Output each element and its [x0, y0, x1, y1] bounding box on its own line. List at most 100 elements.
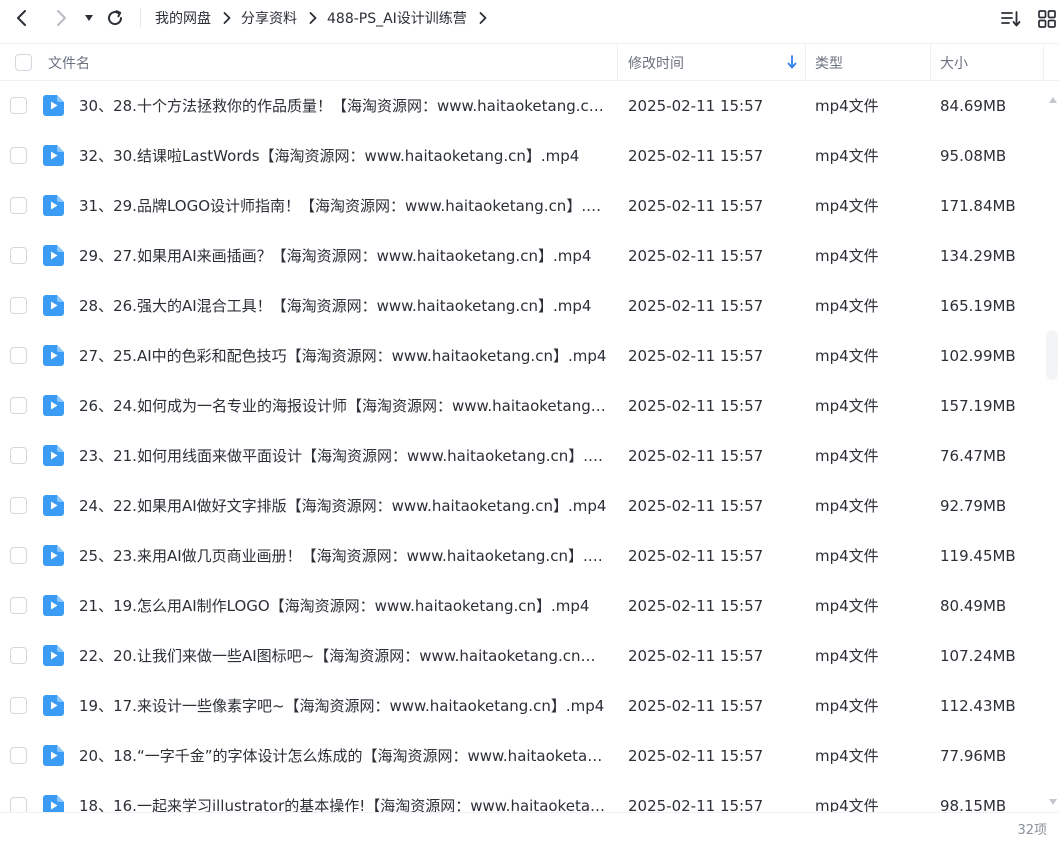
table-row[interactable]: 29、27.如果用AI来画插画？【海淘资源网：www.haitaoketang.…: [0, 231, 1044, 281]
column-header-size[interactable]: 大小: [940, 44, 968, 81]
breadcrumb-item-root[interactable]: 我的网盘: [155, 8, 211, 28]
file-size: 102.99MB: [940, 347, 1016, 365]
file-name[interactable]: 32、30.结课啦LastWords【海淘资源网：www.haitaoketan…: [79, 131, 607, 181]
table-row[interactable]: 24、22.如果用AI做好文字排版【海淘资源网：www.haitaoketang…: [0, 481, 1044, 531]
row-checkbox[interactable]: [10, 147, 27, 164]
file-type: mp4文件: [815, 397, 879, 415]
select-all-checkbox[interactable]: [15, 54, 32, 71]
video-file-icon: [43, 395, 64, 416]
file-type: mp4文件: [815, 797, 879, 812]
file-modified-time: 2025-02-11 15:57: [628, 397, 764, 415]
table-row[interactable]: 20、18.“一字千金”的字体设计怎么炼成的【海淘资源网：www.haitaok…: [0, 731, 1044, 781]
file-name[interactable]: 26、24.如何成为一名专业的海报设计师【海淘资源网：www.haitaoket…: [79, 381, 607, 431]
file-size: 107.24MB: [940, 647, 1016, 665]
sort-icon: [1001, 11, 1021, 27]
row-checkbox[interactable]: [10, 447, 27, 464]
file-name[interactable]: 20、18.“一字千金”的字体设计怎么炼成的【海淘资源网：www.haitaok…: [79, 731, 607, 781]
table-row[interactable]: 19、17.来设计一些像素字吧~【海淘资源网：www.haitaoketang.…: [0, 681, 1044, 731]
file-modified-time: 2025-02-11 15:57: [628, 597, 764, 615]
scroll-up-arrow-icon[interactable]: [1049, 88, 1057, 107]
row-checkbox[interactable]: [10, 247, 27, 264]
row-checkbox[interactable]: [10, 347, 27, 364]
file-type: mp4文件: [815, 247, 879, 265]
breadcrumb-item-current[interactable]: 488-PS_AI设计训练营: [327, 8, 467, 28]
table-row[interactable]: 26、24.如何成为一名专业的海报设计师【海淘资源网：www.haitaoket…: [0, 381, 1044, 431]
file-name[interactable]: 31、29.品牌LOGO设计师指南！【海淘资源网：www.haitaoketan…: [79, 181, 607, 231]
breadcrumb-item-shared[interactable]: 分享资料: [241, 8, 297, 28]
scroll-down-arrow-icon[interactable]: [1049, 790, 1057, 809]
column-divider[interactable]: [617, 44, 618, 81]
file-modified-time: 2025-02-11 15:57: [628, 247, 764, 265]
column-header-modified[interactable]: 修改时间: [628, 44, 684, 81]
file-size: 92.79MB: [940, 497, 1007, 515]
table-row[interactable]: 18、16.一起来学习illustrator的基本操作!【海淘资源网：www.h…: [0, 781, 1044, 812]
file-name[interactable]: 25、23.来用AI做几页商业画册！【海淘资源网：www.haitaoketan…: [79, 531, 607, 581]
table-row[interactable]: 32、30.结课啦LastWords【海淘资源网：www.haitaoketan…: [0, 131, 1044, 181]
file-modified-time: 2025-02-11 15:57: [628, 297, 764, 315]
file-type: mp4文件: [815, 497, 879, 515]
sort-button[interactable]: [1000, 8, 1022, 30]
scrollbar-thumb[interactable]: [1046, 330, 1058, 380]
table-row[interactable]: 22、20.让我们来做一些AI图标吧~【海淘资源网：www.haitaoketa…: [0, 631, 1044, 681]
column-header-type[interactable]: 类型: [815, 44, 843, 81]
file-name[interactable]: 30、28.十个方法拯救你的作品质量！【海淘资源网：www.haitaoketa…: [79, 81, 607, 131]
file-size: 171.84MB: [940, 197, 1016, 215]
file-modified-time: 2025-02-11 15:57: [628, 797, 764, 812]
video-file-icon: [43, 795, 64, 812]
file-name[interactable]: 27、25.AI中的色彩和配色技巧【海淘资源网：www.haitaoketang…: [79, 331, 607, 381]
row-checkbox[interactable]: [10, 547, 27, 564]
row-checkbox[interactable]: [10, 97, 27, 114]
table-row[interactable]: 21、19.怎么用AI制作LOGO【海淘资源网：www.haitaoketang…: [0, 581, 1044, 631]
column-divider[interactable]: [805, 44, 806, 81]
file-size: 77.96MB: [940, 747, 1007, 765]
row-checkbox[interactable]: [10, 697, 27, 714]
file-name[interactable]: 19、17.来设计一些像素字吧~【海淘资源网：www.haitaoketang.…: [79, 681, 607, 731]
row-checkbox[interactable]: [10, 797, 27, 812]
back-button[interactable]: [9, 5, 35, 31]
file-type: mp4文件: [815, 697, 879, 715]
row-checkbox[interactable]: [10, 747, 27, 764]
file-name[interactable]: 29、27.如果用AI来画插画？【海淘资源网：www.haitaoketang.…: [79, 231, 607, 281]
file-name[interactable]: 23、21.如何用线面来做平面设计【海淘资源网：www.haitaoketang…: [79, 431, 607, 481]
file-name[interactable]: 18、16.一起来学习illustrator的基本操作!【海淘资源网：www.h…: [79, 781, 607, 812]
chevron-right-icon: [223, 12, 231, 24]
table-row[interactable]: 31、29.品牌LOGO设计师指南！【海淘资源网：www.haitaoketan…: [0, 181, 1044, 231]
forward-button[interactable]: [48, 5, 74, 31]
column-header-name[interactable]: 文件名: [48, 44, 90, 81]
file-modified-time: 2025-02-11 15:57: [628, 497, 764, 515]
status-bar: 32项: [0, 812, 1059, 847]
row-checkbox[interactable]: [10, 597, 27, 614]
row-checkbox[interactable]: [10, 647, 27, 664]
row-checkbox[interactable]: [10, 497, 27, 514]
video-file-icon: [43, 745, 64, 766]
file-name[interactable]: 24、22.如果用AI做好文字排版【海淘资源网：www.haitaoketang…: [79, 481, 607, 531]
breadcrumb: 我的网盘 分享资料 488-PS_AI设计训练营: [155, 0, 497, 36]
chevron-right-icon: [309, 12, 317, 24]
refresh-button[interactable]: [102, 5, 128, 31]
table-row[interactable]: 28、26.强大的AI混合工具！【海淘资源网：www.haitaoketang.…: [0, 281, 1044, 331]
file-size: 165.19MB: [940, 297, 1016, 315]
item-count: 32项: [1017, 823, 1047, 838]
table-row[interactable]: 23、21.如何用线面来做平面设计【海淘资源网：www.haitaoketang…: [0, 431, 1044, 481]
file-size: 95.08MB: [940, 147, 1007, 165]
row-checkbox[interactable]: [10, 297, 27, 314]
file-name[interactable]: 28、26.强大的AI混合工具！【海淘资源网：www.haitaoketang.…: [79, 281, 607, 331]
scrollbar[interactable]: [1044, 81, 1059, 812]
table-row[interactable]: 30、28.十个方法拯救你的作品质量！【海淘资源网：www.haitaoketa…: [0, 81, 1044, 131]
file-type: mp4文件: [815, 447, 879, 465]
column-divider: [1043, 44, 1044, 81]
grid-view-button[interactable]: [1036, 8, 1058, 30]
row-checkbox[interactable]: [10, 197, 27, 214]
sort-descending-icon[interactable]: [787, 55, 797, 73]
history-dropdown-button[interactable]: [78, 5, 100, 31]
video-file-icon: [43, 245, 64, 266]
file-type: mp4文件: [815, 297, 879, 315]
chevron-right-icon[interactable]: [479, 12, 487, 24]
table-row[interactable]: 27、25.AI中的色彩和配色技巧【海淘资源网：www.haitaoketang…: [0, 331, 1044, 381]
file-name[interactable]: 21、19.怎么用AI制作LOGO【海淘资源网：www.haitaoketang…: [79, 581, 607, 631]
row-checkbox[interactable]: [10, 397, 27, 414]
file-name[interactable]: 22、20.让我们来做一些AI图标吧~【海淘资源网：www.haitaoketa…: [79, 631, 607, 681]
column-divider[interactable]: [930, 44, 931, 81]
file-size: 134.29MB: [940, 247, 1016, 265]
table-row[interactable]: 25、23.来用AI做几页商业画册！【海淘资源网：www.haitaoketan…: [0, 531, 1044, 581]
